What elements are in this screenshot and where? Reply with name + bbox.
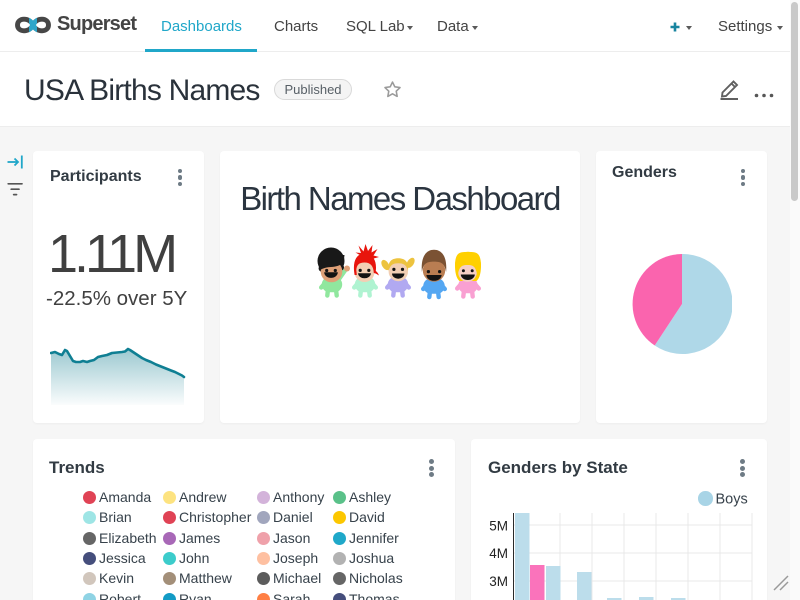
- svg-text:3M: 3M: [489, 574, 508, 589]
- svg-text:5M: 5M: [489, 519, 508, 534]
- svg-text:4M: 4M: [489, 546, 508, 561]
